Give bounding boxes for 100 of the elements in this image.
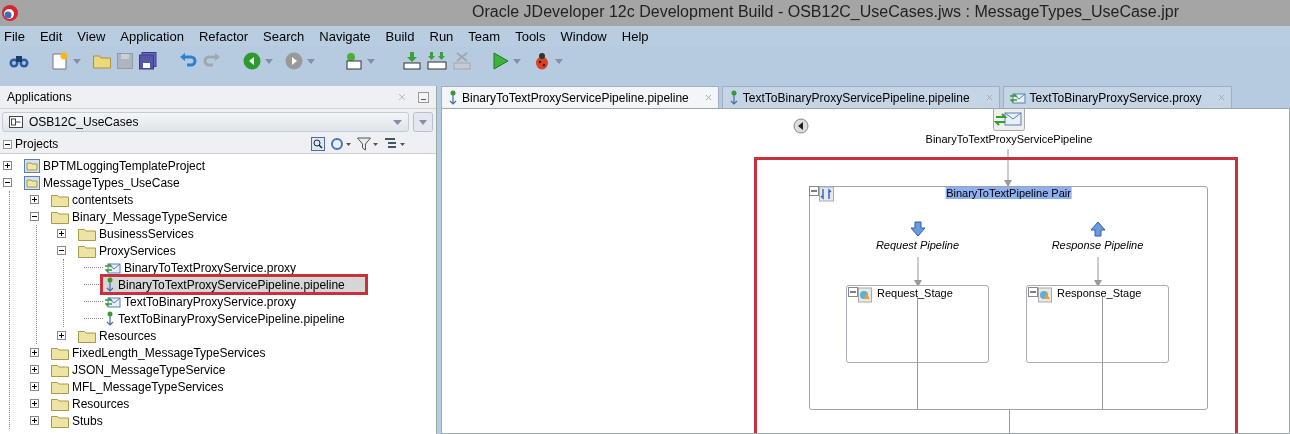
menu-item[interactable]: Search <box>263 28 305 44</box>
pipeline-icon <box>105 311 115 326</box>
folder-icon <box>51 345 69 360</box>
caret-icon <box>393 119 402 125</box>
folder-icon <box>51 209 69 224</box>
folder-icon <box>78 226 96 241</box>
deploy-all-icon[interactable] <box>427 52 447 70</box>
tree-item[interactable]: BinaryToTextProxyServicePipeline.pipeline <box>103 277 365 292</box>
folder-icon <box>51 413 69 428</box>
filter-icon[interactable] <box>357 137 379 151</box>
tree-item[interactable]: ProxyServices <box>76 243 178 258</box>
back-icon[interactable] <box>243 52 261 70</box>
pipeline-icon <box>728 90 739 105</box>
tree-item[interactable]: contentsets <box>49 192 136 207</box>
menu-item[interactable]: View <box>77 28 106 44</box>
tree-item[interactable]: Binary_MessageTypeService <box>49 209 230 224</box>
tree-item[interactable]: BusinessServices <box>76 226 196 241</box>
folder-icon <box>78 328 96 343</box>
stage-icon <box>848 287 872 303</box>
tree-item[interactable]: JSON_MessageTypeService <box>49 362 228 377</box>
folder-icon <box>51 192 69 207</box>
tree-item[interactable]: Resources <box>49 396 132 411</box>
binoculars-icon[interactable] <box>9 53 29 69</box>
expand-toggle[interactable] <box>30 382 41 391</box>
pipeline-pair-node[interactable]: BinaryToTextPipeline Pair Request Pipeline Request_Stage Response Pipeline Response_Stage <box>809 186 1208 410</box>
collapse-toggle[interactable] <box>30 212 41 221</box>
folder-icon <box>51 362 69 377</box>
folder-icon <box>51 396 69 411</box>
window-title: Oracle JDeveloper 12c Development Build - OSB12C_UseCases.jws : MessageTypes_UseCase.jpr <box>472 3 1179 21</box>
expand-toggle[interactable] <box>57 229 68 238</box>
database-user-icon[interactable] <box>343 52 363 70</box>
menu-item[interactable]: Build <box>385 28 415 44</box>
tree-item[interactable]: MFL_MessageTypeServices <box>49 379 226 394</box>
editor-tab[interactable]: TextToBinaryProxyService.proxy <box>1002 86 1232 108</box>
application-dropdown[interactable]: OSB12C_UseCases <box>2 112 409 132</box>
folder-icon[interactable] <box>93 53 111 69</box>
deploy-icon[interactable] <box>403 52 421 70</box>
down-arrow-icon <box>909 221 926 237</box>
envelope-icon <box>105 260 121 275</box>
panel-title: Applications <box>7 90 72 104</box>
expand-toggle[interactable] <box>30 195 41 204</box>
menu-item[interactable]: Window <box>560 28 607 44</box>
editor-tab[interactable]: BinaryToTextProxyServicePipeline.pipeline <box>441 86 719 108</box>
collapse-icon[interactable] <box>793 118 809 134</box>
envelope-icon <box>1009 90 1026 105</box>
expand-toggle[interactable] <box>57 331 68 340</box>
tree-item[interactable]: TextToBinaryProxyServicePipeline.pipeline <box>103 311 347 326</box>
menu-item[interactable]: Navigate <box>319 28 371 44</box>
tree-item[interactable]: BPTMLoggingTemplateProject <box>22 158 208 173</box>
pair-title: BinaryToTextPipeline Pair <box>945 187 1072 199</box>
tree-item[interactable]: BinaryToTextProxyService.proxy <box>103 260 299 275</box>
search-icon[interactable] <box>311 137 325 151</box>
collapse-toggle[interactable] <box>3 178 14 187</box>
menu-item[interactable]: Team <box>468 28 501 44</box>
collapse-toggle[interactable] <box>57 246 68 255</box>
app-logo-icon <box>1 4 19 22</box>
menu-item[interactable]: Edit <box>39 28 63 44</box>
envelope-icon <box>105 294 121 309</box>
folder-icon <box>51 379 69 394</box>
menu-item[interactable]: Application <box>120 28 184 44</box>
pipeline-icon <box>448 90 458 105</box>
service-envelope-icon[interactable] <box>993 109 1025 131</box>
menu-item[interactable]: Help <box>621 28 649 44</box>
menu-item[interactable]: Refactor <box>198 28 249 44</box>
menu-item[interactable]: File <box>4 28 25 44</box>
connector-arrow <box>913 257 922 287</box>
save-all-icon[interactable] <box>139 52 157 70</box>
forward-icon[interactable] <box>285 52 303 70</box>
new-file-icon[interactable] <box>51 52 69 70</box>
menu-item[interactable]: Run <box>429 28 454 44</box>
stage-icon <box>1028 287 1052 303</box>
menu-item[interactable]: Tools <box>515 28 546 44</box>
tree-item[interactable]: TextToBinaryProxyService.proxy <box>103 294 299 309</box>
expand-toggle[interactable] <box>30 416 41 425</box>
expand-toggle[interactable] <box>30 399 41 408</box>
menu-dropdown-icon[interactable] <box>413 112 433 132</box>
tree-item[interactable]: Resources <box>76 328 159 343</box>
minimize-icon[interactable] <box>418 91 429 103</box>
layout-icon[interactable] <box>384 137 406 151</box>
tree-item[interactable]: FixedLength_MessageTypeServices <box>49 345 268 360</box>
bug-icon[interactable] <box>533 52 551 70</box>
undo-icon[interactable] <box>179 53 197 69</box>
pair-icon <box>809 186 835 202</box>
connector-arrow <box>1004 149 1012 187</box>
close-icon[interactable] <box>704 94 712 101</box>
stage-node[interactable]: Response_Stage <box>1026 285 1169 363</box>
pipeline-icon <box>105 277 115 292</box>
project-folder-icon <box>24 175 40 190</box>
expand-toggle[interactable] <box>3 161 14 170</box>
service-label: BinaryToTextProxyServicePipeline <box>925 133 1093 145</box>
stage-node[interactable]: Request_Stage <box>846 285 989 363</box>
expand-toggle[interactable] <box>30 348 41 357</box>
run-icon[interactable] <box>493 52 509 70</box>
tree-item[interactable]: MessageTypes_UseCase <box>22 175 182 190</box>
section-header[interactable]: Projects <box>3 137 59 151</box>
editor-tab[interactable]: TextToBinaryProxyServicePipeline.pipeline <box>721 86 1000 108</box>
expand-toggle[interactable] <box>30 365 41 374</box>
collapse-icon <box>3 139 12 149</box>
tree-item[interactable]: Stubs <box>49 413 105 428</box>
connector-arrow <box>1093 257 1102 287</box>
